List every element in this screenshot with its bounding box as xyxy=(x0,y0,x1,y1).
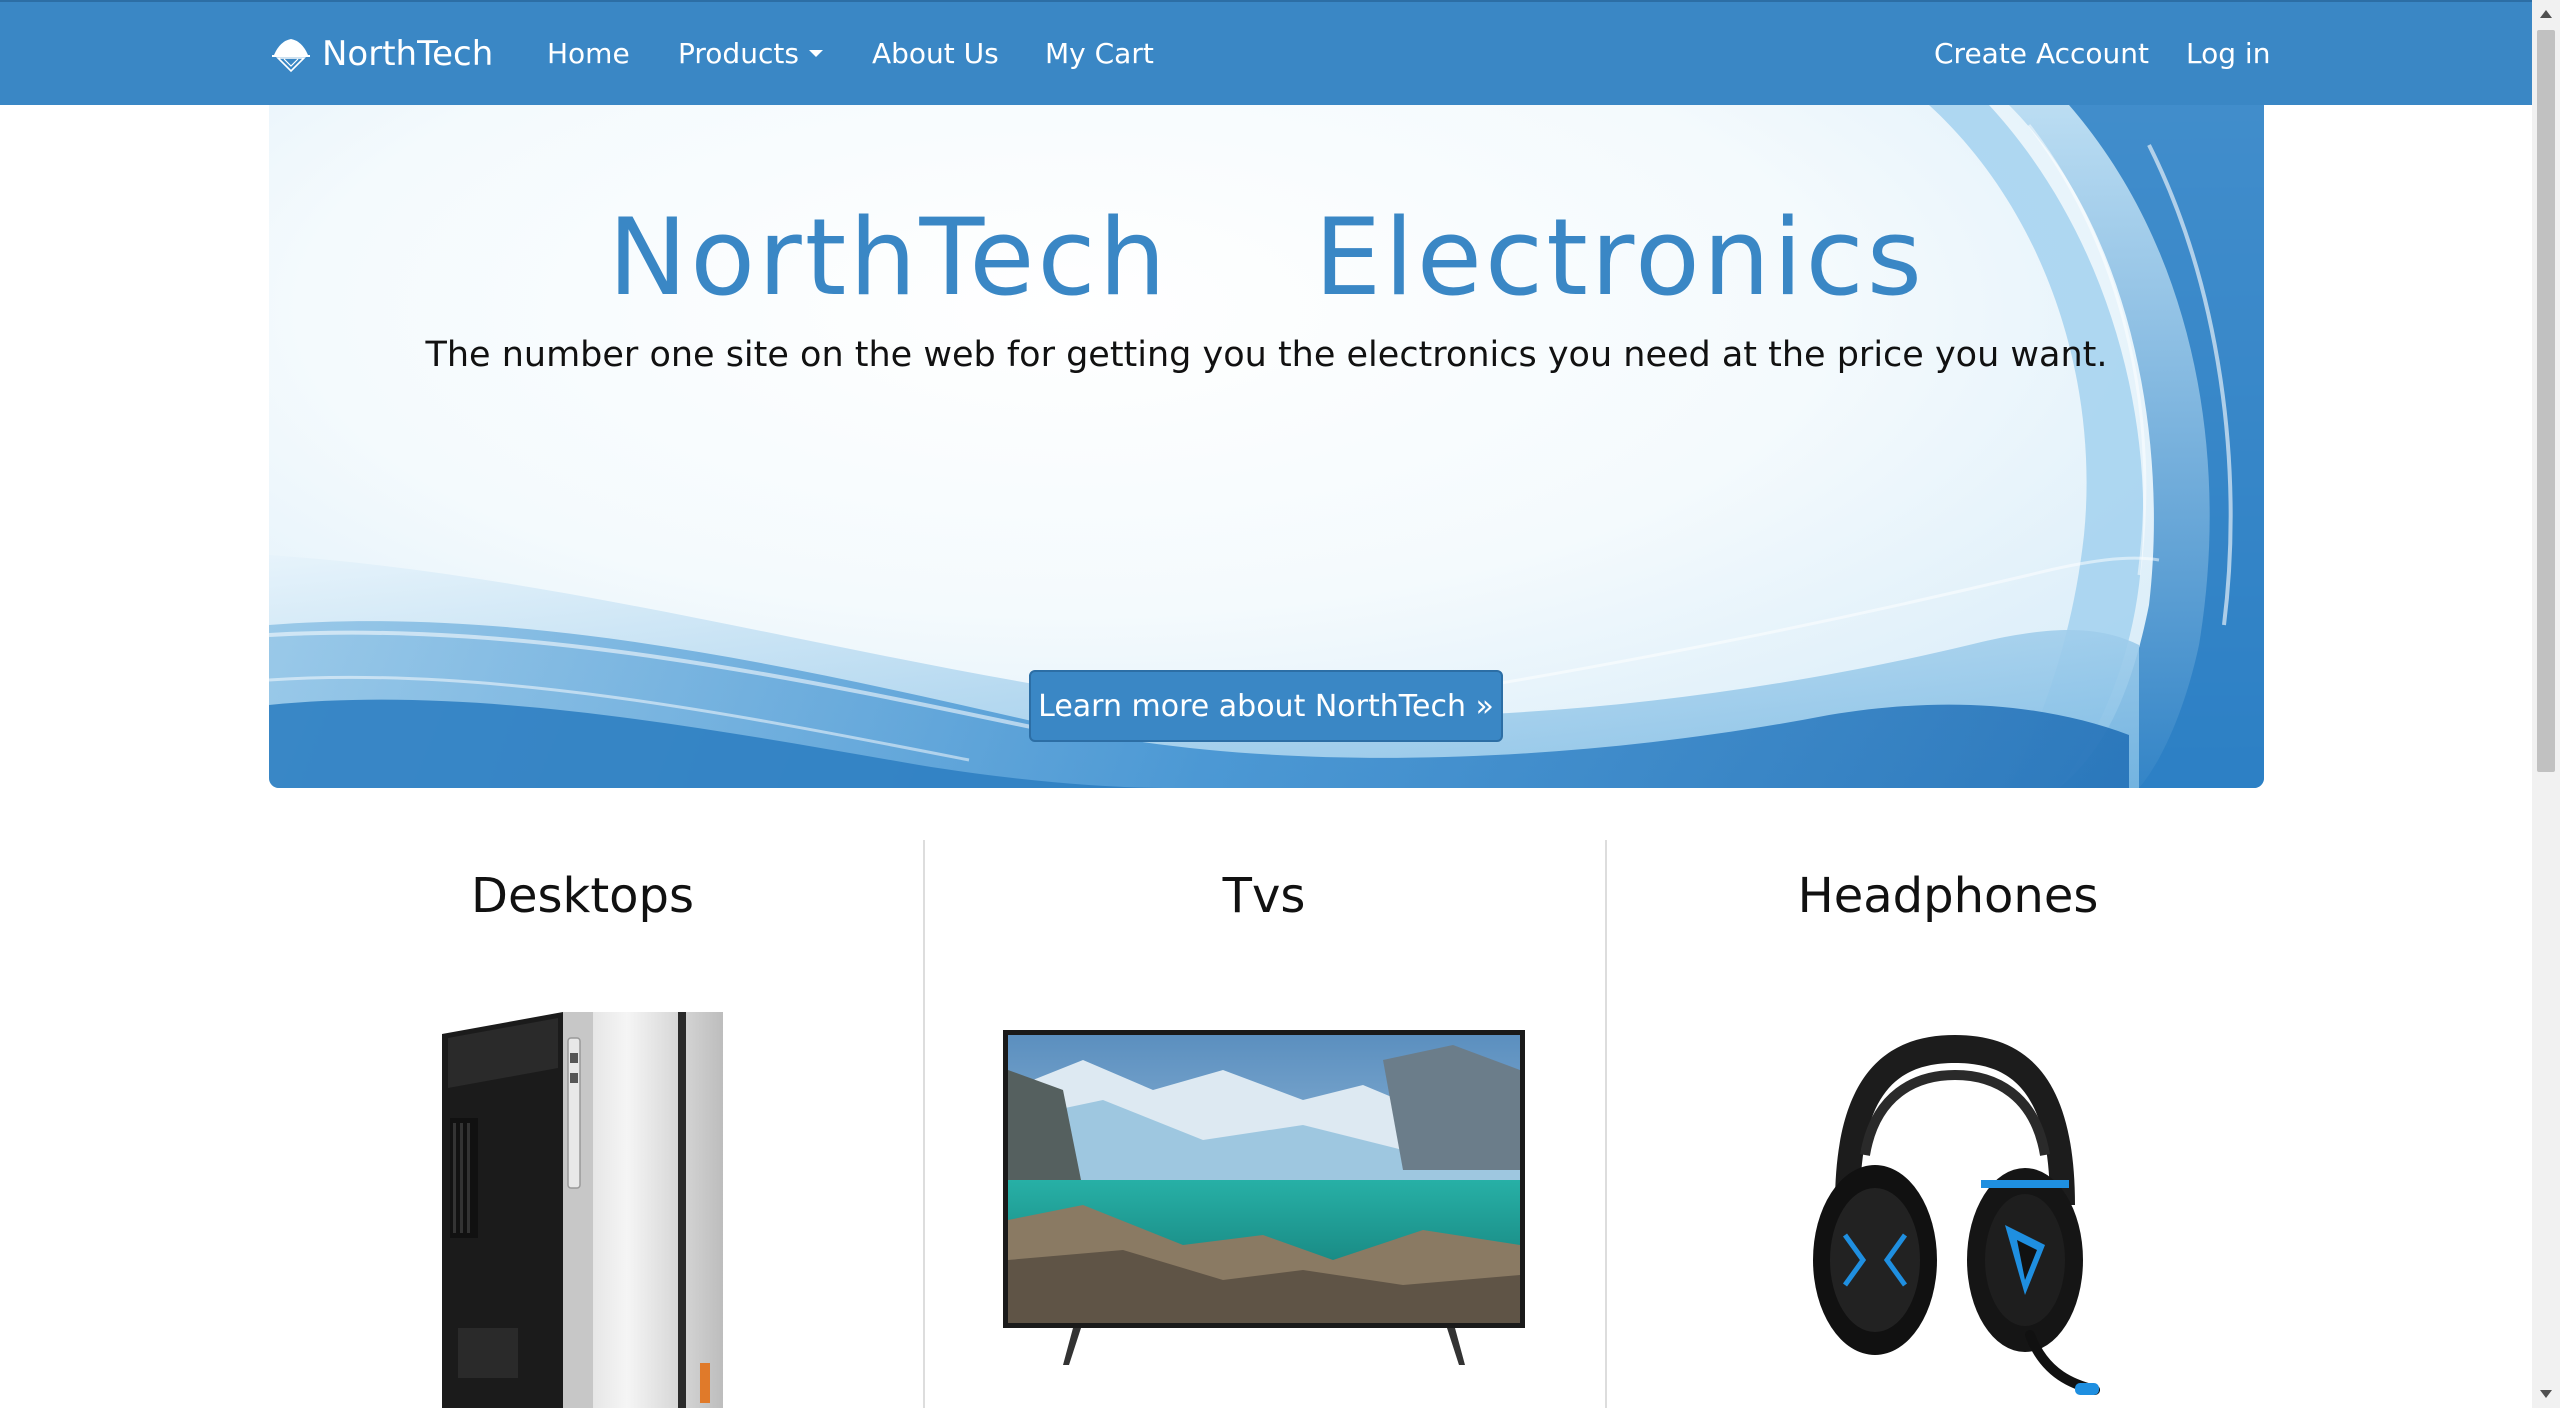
nav-products-label: Products xyxy=(678,37,799,70)
category-title-tvs[interactable]: Tvs xyxy=(950,868,1578,924)
column-divider xyxy=(1605,840,1607,1408)
scroll-up-arrow-icon[interactable] xyxy=(2532,0,2560,28)
top-navbar: NorthTech Home Products About Us My Cart… xyxy=(0,0,2532,105)
column-divider xyxy=(923,840,925,1408)
desktop-tower-image[interactable] xyxy=(438,1008,728,1408)
category-title-desktops[interactable]: Desktops xyxy=(269,868,896,924)
tv-image[interactable] xyxy=(1003,1030,1525,1365)
hero-title: NorthTech Electronics xyxy=(608,196,1925,319)
vertical-scrollbar[interactable] xyxy=(2532,0,2560,1408)
caret-down-icon xyxy=(808,50,823,57)
brand-link[interactable]: NorthTech xyxy=(270,2,493,105)
brand-name: NorthTech xyxy=(322,33,494,74)
nav-products-dropdown[interactable]: Products xyxy=(678,2,823,105)
learn-more-button[interactable]: Learn more about NorthTech » xyxy=(1029,670,1503,742)
nav-cart[interactable]: My Cart xyxy=(1045,2,1154,105)
nav-login[interactable]: Log in xyxy=(2186,2,2270,105)
category-title-headphones[interactable]: Headphones xyxy=(1632,868,2264,924)
iceberg-logo-icon xyxy=(272,38,310,72)
scroll-down-arrow-icon[interactable] xyxy=(2532,1380,2560,1408)
headphones-image[interactable] xyxy=(1805,1035,2105,1405)
nav-about[interactable]: About Us xyxy=(872,2,999,105)
hero-jumbotron: NorthTech Electronics The number one sit… xyxy=(269,105,2264,788)
page: NorthTech Home Products About Us My Cart… xyxy=(0,0,2560,1408)
nav-home[interactable]: Home xyxy=(547,2,630,105)
scrollbar-thumb[interactable] xyxy=(2537,30,2555,772)
nav-create-account[interactable]: Create Account xyxy=(1934,2,2149,105)
hero-subtitle: The number one site on the web for getti… xyxy=(425,335,2108,375)
